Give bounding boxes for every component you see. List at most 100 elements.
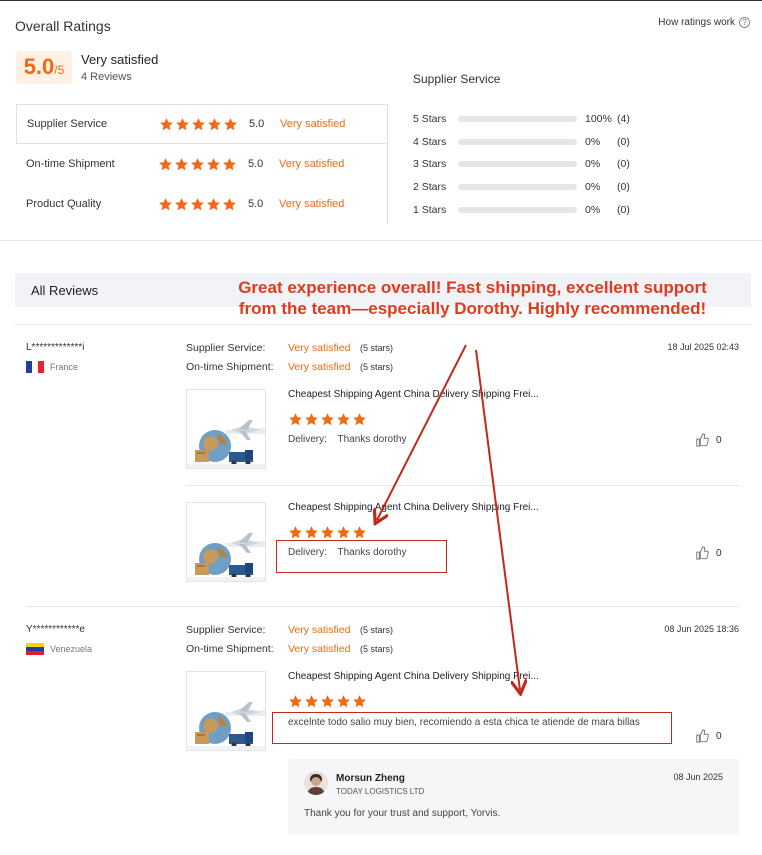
star-icon	[174, 157, 189, 172]
star-icon	[288, 412, 303, 427]
supplier-service-rating: Supplier Service: Very satisfied (5 star…	[186, 342, 393, 354]
distribution-percent: 0%	[585, 203, 601, 216]
category-on-time-shipment[interactable]: On-time Shipment 5.0 Very satisfied	[16, 144, 388, 184]
reply-date: 08 Jun 2025	[673, 772, 723, 782]
category-name[interactable]: On-time Shipment	[26, 158, 115, 170]
star-icon	[288, 525, 303, 540]
meta-key: Supplier Service:	[186, 342, 266, 354]
reviews-divider	[15, 324, 751, 325]
distribution-bar	[458, 161, 577, 168]
meta-stars: (5 stars)	[360, 343, 394, 353]
product-title-link[interactable]: Cheapest Shipping Agent China Delivery S…	[288, 389, 578, 400]
arrow-to-second-comment	[475, 349, 520, 690]
thumbs-up-icon[interactable]	[695, 729, 709, 743]
overall-ratings-title: Overall Ratings	[15, 18, 111, 34]
overall-score-badge: 5.0 /5	[16, 51, 72, 84]
star-icon	[304, 525, 319, 540]
person-avatar-icon	[304, 771, 328, 795]
star-icon	[175, 117, 190, 132]
distribution-bar	[458, 184, 577, 191]
product-title-link[interactable]: Cheapest Shipping Agent China Delivery S…	[288, 671, 578, 682]
category-word: Very satisfied	[279, 198, 345, 210]
star-icon	[190, 157, 205, 172]
like-button[interactable]: 0	[695, 729, 722, 743]
logistics-product-image	[187, 672, 265, 750]
reply-author: Morsun Zheng	[336, 773, 405, 784]
distribution-count: (0)	[617, 135, 630, 148]
star-distribution: 5 Stars 100% (4) 4 Stars 0% (0) 3 Stars …	[413, 108, 743, 221]
meta-value: Very satisfied	[288, 643, 351, 655]
product-stars	[288, 525, 367, 540]
product-image[interactable]	[186, 671, 266, 751]
star-icon	[191, 117, 206, 132]
all-reviews-title: All Reviews	[31, 283, 99, 298]
distribution-label: 3 Stars	[413, 158, 447, 171]
star-icon	[159, 117, 174, 132]
thumbs-up-icon[interactable]	[695, 546, 709, 560]
category-word: Very satisfied	[280, 118, 346, 130]
star-icon	[352, 412, 367, 427]
meta-value: Very satisfied	[288, 342, 351, 354]
thumbs-up-icon[interactable]	[695, 433, 709, 447]
shipment-rating: On-time Shipment: Very satisfied (5 star…	[186, 361, 393, 373]
star-icon	[222, 197, 237, 212]
star-icon	[190, 197, 205, 212]
meta-value: Very satisfied	[288, 624, 351, 636]
like-button[interactable]: 0	[695, 546, 722, 560]
distribution-row: 1 Stars 0% (0)	[413, 198, 743, 221]
logistics-product-image	[187, 503, 265, 581]
help-icon[interactable]: ?	[739, 17, 750, 28]
distribution-title: Supplier Service	[413, 72, 501, 86]
highlight-box	[276, 540, 447, 573]
product-image[interactable]	[186, 389, 266, 469]
category-supplier-service[interactable]: Supplier Service 5.0 Very satisfied	[16, 104, 388, 144]
star-icon	[336, 525, 351, 540]
star-icon	[320, 694, 335, 709]
meta-stars: (5 stars)	[360, 625, 394, 635]
category-name[interactable]: Product Quality	[26, 198, 101, 210]
overall-score-max: /5	[54, 63, 65, 77]
product-image[interactable]	[186, 502, 266, 582]
distribution-percent: 0%	[585, 158, 601, 171]
how-ratings-label[interactable]: How ratings work	[658, 17, 735, 28]
star-icon	[174, 197, 189, 212]
star-icon	[158, 157, 173, 172]
like-count: 0	[716, 730, 722, 742]
star-icon	[352, 525, 367, 540]
product-stars	[288, 694, 367, 709]
category-value: 5.0	[248, 158, 264, 170]
overall-review-count: 4 Reviews	[81, 71, 132, 83]
logistics-product-image	[187, 390, 265, 468]
distribution-row: 4 Stars 0% (0)	[413, 131, 743, 154]
product-title-link[interactable]: Cheapest Shipping Agent China Delivery S…	[288, 502, 578, 513]
distribution-count: (0)	[617, 203, 630, 216]
delivery-label: Delivery:	[288, 434, 327, 445]
distribution-bar	[458, 138, 577, 145]
meta-key: On-time Shipment:	[186, 361, 274, 373]
distribution-label: 4 Stars	[413, 135, 447, 148]
like-button[interactable]: 0	[695, 433, 722, 447]
star-icon	[320, 525, 335, 540]
meta-stars: (5 stars)	[360, 362, 394, 372]
star-icon	[223, 117, 238, 132]
supplier-service-rating: Supplier Service: Very satisfied (5 star…	[186, 624, 393, 636]
distribution-row: 2 Stars 0% (0)	[413, 176, 743, 199]
distribution-percent: 100%	[585, 113, 612, 126]
reviewer-name: Y************e	[26, 624, 85, 635]
how-ratings-work-link[interactable]: How ratings work ?	[658, 17, 750, 28]
star-icon	[288, 694, 303, 709]
distribution-count: (4)	[617, 113, 630, 126]
reviewer-name: L*************i	[26, 342, 85, 353]
star-icon	[352, 694, 367, 709]
category-word: Very satisfied	[279, 158, 345, 170]
star-icon	[222, 157, 237, 172]
venezuela-flag-icon	[26, 643, 44, 655]
like-count: 0	[716, 547, 722, 559]
review-date: 18 Jul 2025 02:43	[667, 342, 739, 352]
category-product-quality[interactable]: Product Quality 5.0 Very satisfied	[16, 184, 388, 224]
country-name: France	[50, 362, 79, 372]
star-icon	[206, 197, 221, 212]
overall-satisfaction-label: Very satisfied	[81, 52, 159, 67]
category-name[interactable]: Supplier Service	[27, 118, 107, 130]
distribution-percent: 0%	[585, 181, 601, 194]
